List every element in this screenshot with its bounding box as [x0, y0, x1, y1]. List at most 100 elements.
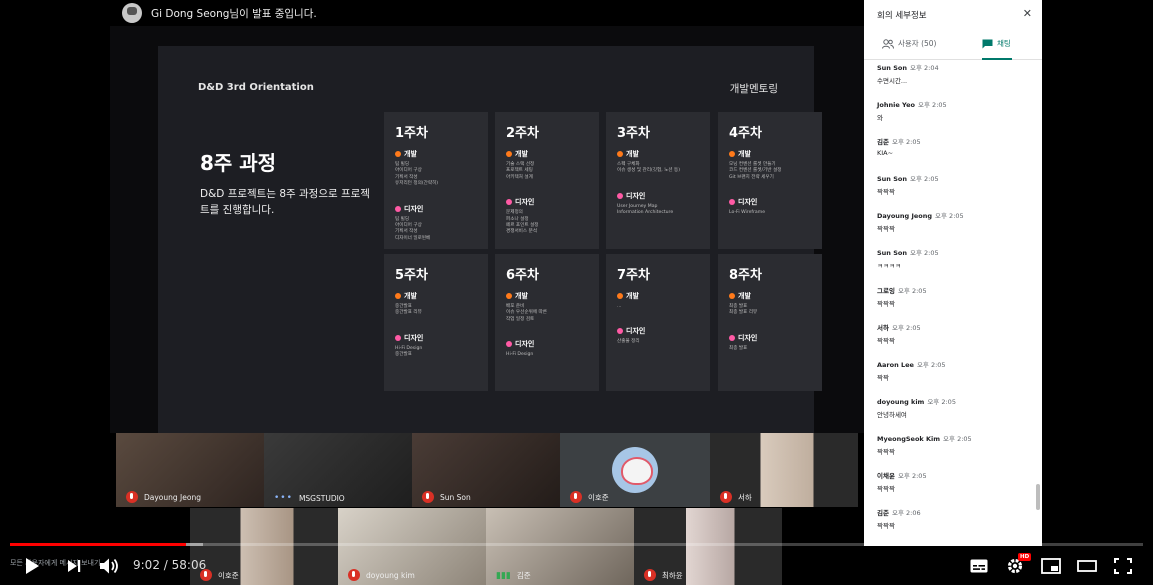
week-title: 2주차 — [506, 126, 539, 141]
presenter-avatar — [122, 3, 142, 23]
message-text: 짝짝짝 — [877, 447, 895, 456]
message-time: 오후 2:05 — [943, 434, 972, 443]
chat-message: 김준 오후 2:05 KIA~ — [877, 136, 1032, 173]
message-time: 오후 2:06 — [891, 509, 921, 518]
message-sender: Sun Son — [877, 64, 907, 72]
message-sender: 서하 — [877, 323, 889, 332]
heart-icon — [617, 192, 623, 199]
chat-message: doyoung kim 오후 2:05 안녕하세여 — [877, 396, 1032, 433]
chat-message: Dayoung Jeong 오후 2:05 짝짝짝 — [877, 210, 1032, 247]
active-tab-indicator — [982, 58, 1012, 60]
tab-chat[interactable]: 채팅 — [982, 38, 1011, 49]
participant-tile[interactable]: Dayoung Jeong — [116, 433, 264, 507]
week-card: 6주차 개발 배포 준비 이슈 우선순위에 따른 작업 일정 검토 디자인 Hi-Fi De… — [495, 254, 599, 391]
message-text: 수면시간... — [877, 77, 908, 85]
design-section-label: 디자인 — [617, 326, 699, 336]
panel-tabs: 사용자 (50) 채팅 — [864, 30, 1042, 60]
design-item: Information Architecture — [617, 210, 674, 216]
design-items: 팀 빌딩 아이디어 구상 기획서 작성 디자이너 일로된베 — [395, 217, 477, 243]
subtitles-button[interactable] — [969, 556, 989, 576]
dev-items: 스펙 구체화 이슈 생성 및 관리(깃헙, 노션 등) — [617, 162, 699, 175]
mic-off-icon — [126, 491, 138, 503]
design-section-label: 디자인 — [506, 339, 588, 349]
volume-button[interactable] — [98, 556, 120, 576]
week-card: 3주차 개발 스펙 구체화 이슈 생성 및 관리(깃헙, 노션 등) 디자인 User J… — [606, 112, 710, 249]
dev-section-label: 개발 — [506, 149, 588, 159]
slide-header-right: 개발멘토링 — [729, 83, 778, 95]
week-title: 4주차 — [729, 126, 762, 141]
message-sender: Sun Son — [877, 249, 907, 258]
heart-icon — [395, 334, 401, 341]
dev-section-label: 개발 — [729, 149, 811, 159]
message-time: 오후 2:05 — [927, 397, 956, 406]
week-card: 7주차 개발... 디자인 산출물 정리 — [606, 254, 710, 391]
heart-icon — [729, 334, 735, 341]
dev-section-label: 개발 — [617, 149, 699, 159]
design-items: 문제정의 퍼소나 설정 페르 포인트 설정 경쟁서비스 분석 — [506, 210, 588, 236]
message-time: 오후 2:04 — [909, 64, 939, 72]
message-time: 오후 2:05 — [935, 212, 964, 221]
fire-icon — [729, 151, 735, 157]
week-card: 2주차 개발 기술 스택 선정 프로젝트 세팅 아키텍처 설계 디자인 문제정의 퍼소나 설정… — [495, 112, 599, 249]
dev-items: 배포 준비 이슈 우선순위에 따른 작업 일정 검토 — [506, 304, 588, 323]
next-button[interactable] — [64, 556, 84, 576]
mic-off-icon — [422, 491, 434, 503]
design-section-label: 디자인 — [395, 204, 477, 214]
participant-tile[interactable]: ••• MSGSTUDIO — [264, 433, 412, 507]
fire-icon — [617, 293, 623, 299]
participant-name: Sun Son — [422, 491, 471, 503]
message-text: 짝짝짝 — [877, 522, 895, 531]
week-card: 4주차 개발 모닝 컨벤션 룰셋 만들기 코드 컨벤션 룰셋/기반 설정 Git 브랜치… — [718, 112, 822, 249]
week-title: 5주차 — [395, 268, 428, 283]
speaking-dots-icon: ••• — [274, 493, 293, 503]
participant-tile[interactable]: Sun Son — [412, 433, 560, 507]
participant-tile[interactable]: 이호준 — [560, 433, 710, 507]
mic-off-icon — [570, 491, 582, 503]
dev-section-label: 개발 — [506, 291, 588, 301]
panel-title: 회의 세부정보 — [877, 11, 927, 21]
presenter-bar: Gi Dong Seong님이 발표 중입니다. — [110, 0, 864, 26]
miniplayer-button[interactable] — [1040, 556, 1062, 576]
fullscreen-button[interactable] — [1112, 556, 1134, 576]
chat-message: 이채윤 오후 2:05 짝짝짝 — [877, 470, 1032, 507]
player-controls: 9:02 / 58:06 HD — [0, 548, 1153, 585]
dev-section-label: 개발 — [395, 149, 477, 159]
dev-section-label: 개발 — [729, 291, 811, 301]
design-item: 경쟁서비스 분석 — [506, 229, 538, 235]
mic-off-icon — [720, 491, 732, 503]
message-time: 오후 2:05 — [891, 138, 921, 147]
heart-icon — [506, 199, 512, 206]
design-section-label: 디자인 — [729, 197, 811, 207]
subtitles-icon — [970, 559, 988, 573]
next-icon — [68, 560, 81, 572]
week-title: 1주차 — [395, 126, 428, 141]
message-sender: 그로잉 — [877, 286, 895, 295]
chat-scrollbar[interactable] — [1036, 484, 1040, 510]
design-item: 중간발표 — [395, 352, 412, 358]
message-text: 짝짝짝 — [877, 188, 895, 197]
progress-bar[interactable] — [10, 543, 1143, 546]
chat-panel: 회의 세부정보 ✕ 사용자 (50) 채팅 Sun Son 오후 2:04 수면시간… — [864, 0, 1042, 546]
chat-message-list: Sun Son 오후 2:04 수면시간... Johnie Yeo 오후 2:05 와 김… — [877, 62, 1032, 544]
design-item: 산출물 정리 — [617, 339, 640, 345]
participant-name: Dayoung Jeong — [126, 491, 201, 503]
design-items: User Journey Map Information Architecture — [617, 204, 699, 217]
theater-button[interactable] — [1076, 556, 1098, 576]
message-sender: doyoung kim — [877, 397, 925, 406]
message-sender: MyeongSeok Kim — [877, 434, 941, 443]
people-icon — [882, 39, 894, 49]
presenter-text: Gi Dong Seong님이 발표 중입니다. — [151, 8, 317, 20]
progress-played — [10, 543, 186, 546]
close-icon[interactable]: ✕ — [1023, 7, 1032, 20]
slide-header-left: D&D 3rd Orientation — [198, 82, 314, 93]
message-text: 짝짝짝 — [877, 299, 895, 308]
settings-button[interactable]: HD — [1004, 553, 1032, 576]
design-section-label: 디자인 — [617, 191, 699, 201]
design-item: Hi-Fi Design — [506, 352, 534, 358]
participant-tile[interactable]: 서하 — [710, 433, 858, 507]
play-button[interactable] — [22, 556, 42, 576]
tab-people[interactable]: 사용자 (50) — [882, 38, 936, 49]
message-time: 오후 2:05 — [891, 323, 921, 332]
play-icon — [26, 558, 39, 574]
design-items: 최종 발표 — [729, 346, 811, 352]
